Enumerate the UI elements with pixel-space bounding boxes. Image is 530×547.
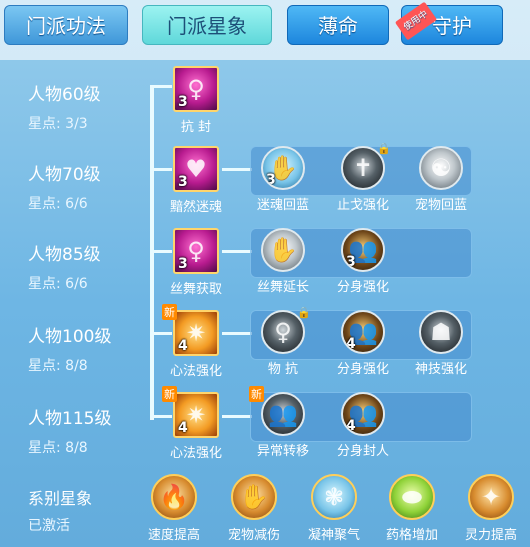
speed-flame-icon: 🔥 xyxy=(151,474,197,520)
star-panel: 人物60级 星点: 3/3 ♀ 3 抗 封 人物70级 星点: 6/6 ♥ 3 黯然… xyxy=(0,60,530,547)
spider-icon: ✷ 4 xyxy=(173,392,219,438)
skill-name: 宠物回蓝 xyxy=(414,198,467,213)
skill-clone-boost-2[interactable]: 👥 4 分身强化 xyxy=(331,310,395,377)
series-item-focus[interactable]: ❃ 凝神聚气 xyxy=(298,474,370,543)
skill-name: 灵力提高 xyxy=(464,528,517,543)
skill-name: 神技强化 xyxy=(414,362,467,377)
skill-name: 抗 封 xyxy=(180,120,212,135)
level-text: 人物85级 xyxy=(28,245,101,265)
skill-name: 药格增加 xyxy=(385,528,438,543)
star-points: 星点: 8/8 xyxy=(28,358,88,374)
beast-icon: ☗ xyxy=(419,310,463,354)
star-points: 星点: 8/8 xyxy=(28,440,88,456)
skill-charm-mana[interactable]: ✋ 3 迷魂回蓝 xyxy=(251,146,315,213)
skill-silk-extend[interactable]: ✋ 丝舞延长 xyxy=(251,228,315,295)
row-label-70: 人物70级 星点: 6/6 xyxy=(28,160,101,213)
skill-mind-boost[interactable]: 新 ✷ 4 心法强化 xyxy=(162,304,228,379)
skill-name: 异常转移 xyxy=(256,444,309,459)
skill-name: 丝舞获取 xyxy=(169,282,222,297)
potion-icon: ⬬ xyxy=(389,474,435,520)
skill-dark-charm[interactable]: ♥ 3 黯然迷魂 xyxy=(164,146,228,215)
series-item-spirit[interactable]: ✦ 灵力提高 xyxy=(455,474,527,543)
spider-icon: ✷ 4 xyxy=(173,310,219,356)
skill-name: 宠物减伤 xyxy=(227,528,280,543)
star-points: 星点: 3/3 xyxy=(28,116,88,132)
skill-name: 丝舞延长 xyxy=(256,280,309,295)
hands-icon: ✋ xyxy=(261,228,305,272)
lock-icon: 🔒 xyxy=(297,306,311,319)
level-text: 人物115级 xyxy=(28,409,112,429)
star-points: 星点: 6/6 xyxy=(28,196,88,212)
tab-bar: 门派功法 门派星象 薄命 守护 使用中 xyxy=(0,0,530,52)
series-status: 已激活 xyxy=(28,518,70,534)
skill-phys-resist[interactable]: 🔒 ♀ 物 抗 xyxy=(251,306,315,377)
skill-name: 物 抗 xyxy=(267,362,299,377)
series-label: 系别星象 已激活 xyxy=(28,485,92,535)
skill-divine-boost[interactable]: ☗ 神技强化 xyxy=(409,310,473,377)
skill-mind-boost-2[interactable]: 新 ✷ 4 心法强化 xyxy=(162,386,228,461)
skill-name: 分身封人 xyxy=(336,444,389,459)
series-item-speed[interactable]: 🔥 速度提高 xyxy=(138,474,210,543)
skill-name: 黯然迷魂 xyxy=(169,200,222,215)
skill-silk-gain[interactable]: ♀ 3 丝舞获取 xyxy=(164,228,228,297)
skill-halt-boost[interactable]: 🔒 ✝ 止戈强化 xyxy=(331,142,395,213)
skill-name: 速度提高 xyxy=(147,528,200,543)
skill-name: 迷魂回蓝 xyxy=(256,198,309,213)
skill-name: 心法强化 xyxy=(169,364,222,379)
twin-silhouette-icon: 👥 4 xyxy=(341,392,385,436)
twin-silhouette-icon: 👥 4 xyxy=(341,310,385,354)
pet-shield-icon: ✋ xyxy=(231,474,277,520)
row-label-60: 人物60级 星点: 3/3 xyxy=(28,80,101,133)
level-text: 人物100级 xyxy=(28,327,112,347)
skill-name: 心法强化 xyxy=(169,446,222,461)
pet-recall-icon: ☯ xyxy=(419,146,463,190)
row-label-115: 人物115级 星点: 8/8 xyxy=(28,404,111,457)
row-label-100: 人物100级 星点: 8/8 xyxy=(28,322,111,375)
series-item-pet-damage[interactable]: ✋ 宠物减伤 xyxy=(218,474,290,543)
new-badge: 新 xyxy=(162,386,177,402)
series-item-potion[interactable]: ⬬ 药格增加 xyxy=(376,474,448,543)
skill-name: 止戈强化 xyxy=(336,198,389,213)
tab-fate[interactable]: 薄命 xyxy=(287,5,389,45)
new-badge: 新 xyxy=(249,386,264,402)
skill-name: 分身强化 xyxy=(336,362,389,377)
star-points: 星点: 6/6 xyxy=(28,276,88,292)
lock-icon: 🔒 xyxy=(377,142,391,155)
tab-guardian[interactable]: 守护 使用中 xyxy=(394,1,503,45)
twin-silhouette-icon: 👥 3 xyxy=(341,228,385,272)
level-text: 人物60级 xyxy=(28,85,101,105)
skill-status-transfer[interactable]: 新 👥 异常转移 xyxy=(249,386,315,459)
tab-sect-skills[interactable]: 门派功法 xyxy=(4,5,128,45)
silk-dance-icon: ♀ 3 xyxy=(173,228,219,274)
mana-hand-icon: ✋ 3 xyxy=(261,146,305,190)
skill-clone-seal[interactable]: 👥 4 分身封人 xyxy=(331,392,395,459)
new-badge: 新 xyxy=(162,304,177,320)
skill-clone-boost[interactable]: 👥 3 分身强化 xyxy=(331,228,395,295)
heart-swirl-icon: ♥ 3 xyxy=(173,146,219,192)
spirit-power-icon: ✦ xyxy=(468,474,514,520)
swap-figures-icon: 👥 xyxy=(261,392,305,436)
skill-anti-seal[interactable]: ♀ 3 抗 封 xyxy=(164,66,228,135)
tab-guardian-label: 守护 xyxy=(432,14,472,38)
series-title: 系别星象 xyxy=(28,489,93,508)
level-text: 人物70级 xyxy=(28,165,101,185)
skill-name: 分身强化 xyxy=(336,280,389,295)
row-label-85: 人物85级 星点: 6/6 xyxy=(28,240,101,293)
dancer-silhouette-icon: ♀ 3 xyxy=(173,66,219,112)
meditation-icon: ❃ xyxy=(311,474,357,520)
tab-sect-stars[interactable]: 门派星象 xyxy=(142,5,272,45)
skill-pet-mana[interactable]: ☯ 宠物回蓝 xyxy=(409,146,473,213)
skill-name: 凝神聚气 xyxy=(307,528,360,543)
in-use-badge: 使用中 xyxy=(394,1,438,41)
